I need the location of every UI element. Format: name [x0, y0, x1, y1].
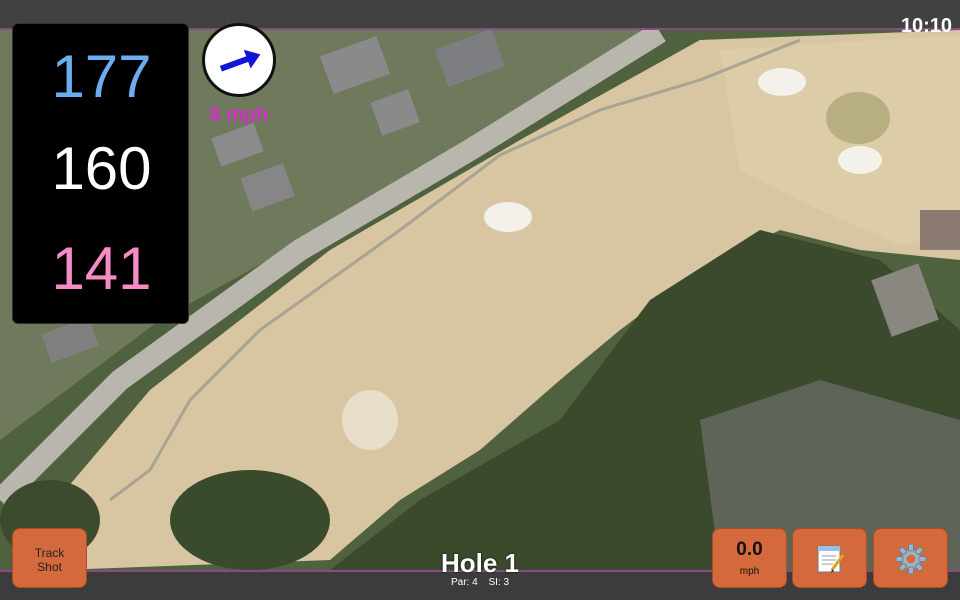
wind-indicator [202, 23, 276, 97]
hole-stroke-index: SI: 3 [488, 577, 510, 588]
center-distance: 160 [51, 135, 152, 202]
wind-direction-arrow-icon [219, 49, 261, 72]
distance-panel: 177 160 141 [12, 23, 189, 324]
hole-info: Par: 4 SI: 3 [380, 577, 580, 588]
settings-button[interactable] [873, 528, 948, 588]
hole-par: Par: 4 [450, 577, 478, 588]
track-shot-label-line2: Shot [37, 560, 62, 574]
wind-speed-label: 8 mph [209, 104, 269, 126]
hole-title: Hole 1 [440, 548, 520, 578]
speed-unit: mph [739, 566, 760, 577]
track-shot-label-line1: Track [34, 546, 65, 560]
speed-value: 0.0 [736, 539, 763, 560]
notepad-icon [817, 545, 845, 573]
back-distance: 177 [51, 43, 152, 110]
speed-button[interactable]: 0.0 mph [712, 528, 787, 588]
clock: 10:10 [900, 15, 952, 37]
gear-icon [895, 543, 927, 575]
notes-button[interactable] [792, 528, 867, 588]
front-distance: 141 [51, 235, 152, 302]
track-shot-button[interactable]: Track Shot [12, 528, 87, 588]
